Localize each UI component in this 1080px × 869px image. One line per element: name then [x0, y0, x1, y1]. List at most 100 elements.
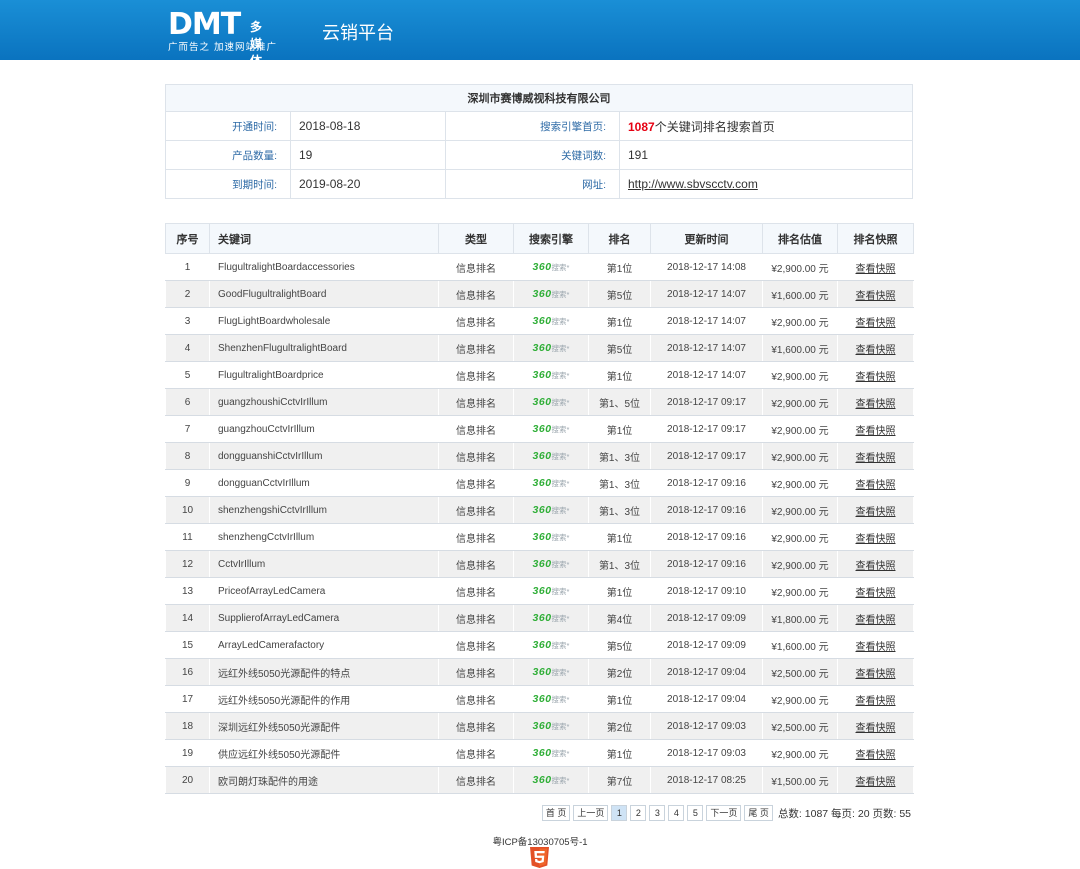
- pager-page-1[interactable]: 1: [611, 805, 628, 821]
- row-engine: 360搜索*: [513, 361, 589, 389]
- row-keyword: GoodFlugultralightBoard: [209, 280, 439, 308]
- view-snapshot-link[interactable]: 查看快照: [856, 264, 896, 275]
- engine-home-count: 1087: [628, 119, 655, 134]
- engine-suffix-text: 搜索*: [551, 587, 570, 596]
- row-number: 7: [165, 415, 210, 443]
- view-snapshot-link[interactable]: 查看快照: [856, 750, 896, 761]
- pagination: 首 页 上一页 1 2 3 4 5 下一页 尾 页 总数: 1087 每页: 2…: [541, 805, 911, 821]
- row-engine: 360搜索*: [513, 388, 589, 416]
- engine-logo-text: 360: [532, 315, 552, 327]
- row-number: 19: [165, 739, 210, 767]
- table-row: 12 CctvIrIllum 信息排名 360搜索* 第1、3位 2018-12-17 0…: [165, 550, 914, 578]
- engine-360-logo: 360搜索*: [533, 612, 570, 624]
- pager-prev-button[interactable]: 上一页: [573, 805, 609, 821]
- pager-next-button[interactable]: 下一页: [706, 805, 742, 821]
- table-row: 15 ArrayLedCamerafactory 信息排名 360搜索* 第5位 2018…: [165, 631, 914, 659]
- table-row: 7 guangzhouCctvIrIllum 信息排名 360搜索* 第1位 2018-1…: [165, 415, 914, 443]
- view-snapshot-link[interactable]: 查看快照: [856, 480, 896, 491]
- view-snapshot-link[interactable]: 查看快照: [856, 615, 896, 626]
- row-rank: 第5位: [588, 334, 651, 362]
- row-keyword: ArrayLedCamerafactory: [209, 631, 439, 659]
- view-snapshot-link[interactable]: 查看快照: [856, 642, 896, 653]
- open-time-value: 2018-08-18: [290, 111, 446, 141]
- pager-first-button[interactable]: 首 页: [541, 805, 571, 821]
- table-row: 11 shenzhengCctvIrIllum 信息排名 360搜索* 第1位 2018-…: [165, 523, 914, 551]
- pager-last-button[interactable]: 尾 页: [744, 805, 773, 821]
- row-update-time: 2018-12-17 14:07: [650, 307, 763, 335]
- row-update-time: 2018-12-17 14:08: [650, 253, 763, 281]
- view-snapshot-link[interactable]: 查看快照: [856, 561, 896, 572]
- engine-suffix-text: 搜索*: [551, 641, 570, 650]
- row-snapshot: 查看快照: [837, 685, 914, 713]
- row-price: ¥2,900.00 元: [762, 550, 838, 578]
- pager-page-5[interactable]: 5: [687, 805, 704, 821]
- row-rank: 第1、5位: [588, 388, 651, 416]
- table-row: 5 FlugultralightBoardprice 信息排名 360搜索* 第1位 20…: [165, 361, 914, 389]
- engine-360-logo: 360搜索*: [533, 396, 570, 408]
- engine-suffix-text: 搜索*: [551, 776, 570, 785]
- engine-suffix-text: 搜索*: [551, 263, 570, 272]
- row-number: 5: [165, 361, 210, 389]
- view-snapshot-link[interactable]: 查看快照: [856, 291, 896, 302]
- engine-360-logo: 360搜索*: [533, 774, 570, 786]
- view-snapshot-link[interactable]: 查看快照: [856, 399, 896, 410]
- view-snapshot-link[interactable]: 查看快照: [856, 318, 896, 329]
- row-keyword: FlugultralightBoardaccessories: [209, 253, 439, 281]
- view-snapshot-link[interactable]: 查看快照: [856, 345, 896, 356]
- row-type: 信息排名: [438, 361, 514, 389]
- row-engine: 360搜索*: [513, 334, 589, 362]
- row-snapshot: 查看快照: [837, 280, 914, 308]
- view-snapshot-link[interactable]: 查看快照: [856, 372, 896, 383]
- row-rank: 第2位: [588, 712, 651, 740]
- row-rank: 第1、3位: [588, 442, 651, 470]
- table-row: 6 guangzhoushiCctvIrIllum 信息排名 360搜索* 第1、5位 2…: [165, 388, 914, 416]
- view-snapshot-link[interactable]: 查看快照: [856, 507, 896, 518]
- row-engine: 360搜索*: [513, 415, 589, 443]
- row-update-time: 2018-12-17 09:04: [650, 685, 763, 713]
- row-snapshot: 查看快照: [837, 712, 914, 740]
- engine-suffix-text: 搜索*: [551, 290, 570, 299]
- row-keyword: dongguanCctvIrIllum: [209, 469, 439, 497]
- pager-page-2[interactable]: 2: [630, 805, 647, 821]
- row-update-time: 2018-12-17 14:07: [650, 280, 763, 308]
- engine-home-value: 1087个关键词排名搜索首页: [619, 111, 913, 141]
- row-price: ¥2,900.00 元: [762, 388, 838, 416]
- engine-suffix-text: 搜索*: [551, 722, 570, 731]
- dmt-logo[interactable]: DMT 多媒体 广而告之 加速网站推广: [168, 10, 276, 69]
- row-number: 10: [165, 496, 210, 524]
- row-rank: 第1位: [588, 739, 651, 767]
- row-rank: 第1、3位: [588, 469, 651, 497]
- website-link[interactable]: http://www.sbvscctv.com: [628, 177, 758, 191]
- row-engine: 360搜索*: [513, 496, 589, 524]
- view-snapshot-link[interactable]: 查看快照: [856, 453, 896, 464]
- engine-suffix-text: 搜索*: [551, 533, 570, 542]
- row-price: ¥2,900.00 元: [762, 361, 838, 389]
- view-snapshot-link[interactable]: 查看快照: [856, 588, 896, 599]
- pager-page-3[interactable]: 3: [649, 805, 666, 821]
- row-type: 信息排名: [438, 496, 514, 524]
- row-engine: 360搜索*: [513, 685, 589, 713]
- col-header-snapshot: 排名快照: [837, 223, 914, 254]
- row-snapshot: 查看快照: [837, 415, 914, 443]
- row-price: ¥2,900.00 元: [762, 739, 838, 767]
- row-engine: 360搜索*: [513, 577, 589, 605]
- logo-slogan: 广而告之 加速网站推广: [168, 42, 278, 53]
- product-count-label: 产品数量:: [165, 140, 291, 170]
- view-snapshot-link[interactable]: 查看快照: [856, 777, 896, 788]
- engine-360-logo: 360搜索*: [533, 369, 570, 381]
- icp-license[interactable]: 粤ICP备13030705号-1: [0, 834, 1080, 848]
- view-snapshot-link[interactable]: 查看快照: [856, 426, 896, 437]
- row-update-time: 2018-12-17 09:16: [650, 523, 763, 551]
- engine-suffix-text: 搜索*: [551, 614, 570, 623]
- pager-page-4[interactable]: 4: [668, 805, 685, 821]
- engine-logo-text: 360: [532, 261, 552, 273]
- view-snapshot-link[interactable]: 查看快照: [856, 669, 896, 680]
- engine-suffix-text: 搜索*: [551, 749, 570, 758]
- view-snapshot-link[interactable]: 查看快照: [856, 534, 896, 545]
- view-snapshot-link[interactable]: 查看快照: [856, 696, 896, 707]
- row-update-time: 2018-12-17 08:25: [650, 766, 763, 794]
- row-type: 信息排名: [438, 523, 514, 551]
- view-snapshot-link[interactable]: 查看快照: [856, 723, 896, 734]
- engine-logo-text: 360: [532, 693, 552, 705]
- row-rank: 第1、3位: [588, 496, 651, 524]
